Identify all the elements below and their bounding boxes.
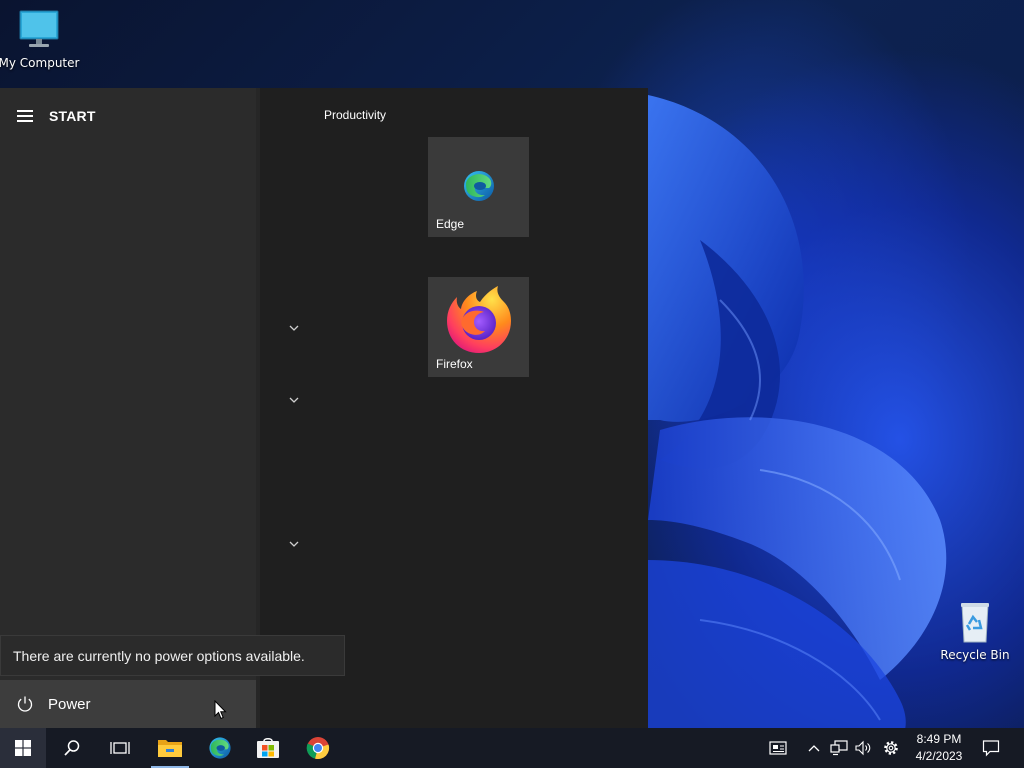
tile-group-title: Productivity	[324, 108, 387, 122]
start-header: START	[0, 100, 256, 132]
power-options-tooltip: There are currently no power options ava…	[0, 635, 345, 676]
power-label: Power	[48, 695, 91, 713]
edge-icon	[463, 171, 494, 201]
desktop-icon-label: Recycle Bin	[940, 648, 1010, 662]
windows-logo-icon	[15, 740, 31, 756]
start-pane-divider	[256, 88, 260, 728]
chrome-button[interactable]	[295, 728, 341, 768]
desktop-icon-my-computer[interactable]: My Computer	[0, 8, 82, 70]
search-icon	[64, 740, 80, 756]
clock-time: 8:49 PM	[916, 732, 962, 746]
start-title: START	[49, 108, 96, 124]
clock-date: 4/2/2023	[915, 749, 963, 763]
store-button[interactable]	[245, 728, 291, 768]
notification-icon[interactable]	[980, 728, 1002, 768]
recycle-bin-icon	[961, 603, 989, 643]
network-icon[interactable]	[828, 728, 850, 768]
chevron-up-icon[interactable]	[803, 728, 825, 768]
tile-firefox[interactable]: Firefox	[428, 277, 529, 377]
chevron-down-icon[interactable]	[289, 540, 299, 548]
news-icon[interactable]	[767, 728, 789, 768]
start-menu: START Productivity Edge Firefox There ar…	[0, 88, 648, 728]
edge-button[interactable]	[197, 728, 243, 768]
taskbar: 8:49 PM 4/2/2023	[0, 728, 1024, 768]
chevron-down-icon[interactable]	[289, 396, 299, 404]
start-button[interactable]	[0, 728, 46, 768]
firefox-icon	[446, 286, 511, 353]
settings-icon[interactable]	[880, 728, 902, 768]
edge-icon	[209, 737, 231, 759]
start-left-pane	[0, 88, 256, 728]
chevron-down-icon[interactable]	[289, 324, 299, 332]
tile-label: Edge	[436, 217, 465, 231]
tile-label: Firefox	[436, 357, 473, 371]
folder-icon	[158, 740, 182, 757]
volume-icon[interactable]	[852, 728, 874, 768]
search-button[interactable]	[49, 728, 95, 768]
task-view-button[interactable]	[97, 728, 143, 768]
file-explorer-button[interactable]	[147, 728, 193, 768]
desktop-icon-recycle-bin[interactable]: Recycle Bin	[932, 600, 1018, 662]
monitor-icon	[19, 10, 59, 47]
mouse-cursor-icon	[214, 700, 227, 720]
power-icon	[17, 696, 33, 712]
chrome-icon	[306, 737, 330, 760]
task-view-icon	[110, 742, 130, 754]
tile-edge[interactable]: Edge	[428, 137, 529, 237]
store-icon	[257, 738, 279, 758]
hamburger-menu-icon[interactable]	[17, 110, 33, 122]
taskbar-clock[interactable]: 8:49 PM 4/2/2023	[906, 731, 972, 765]
desktop-icon-label: My Computer	[0, 56, 80, 70]
